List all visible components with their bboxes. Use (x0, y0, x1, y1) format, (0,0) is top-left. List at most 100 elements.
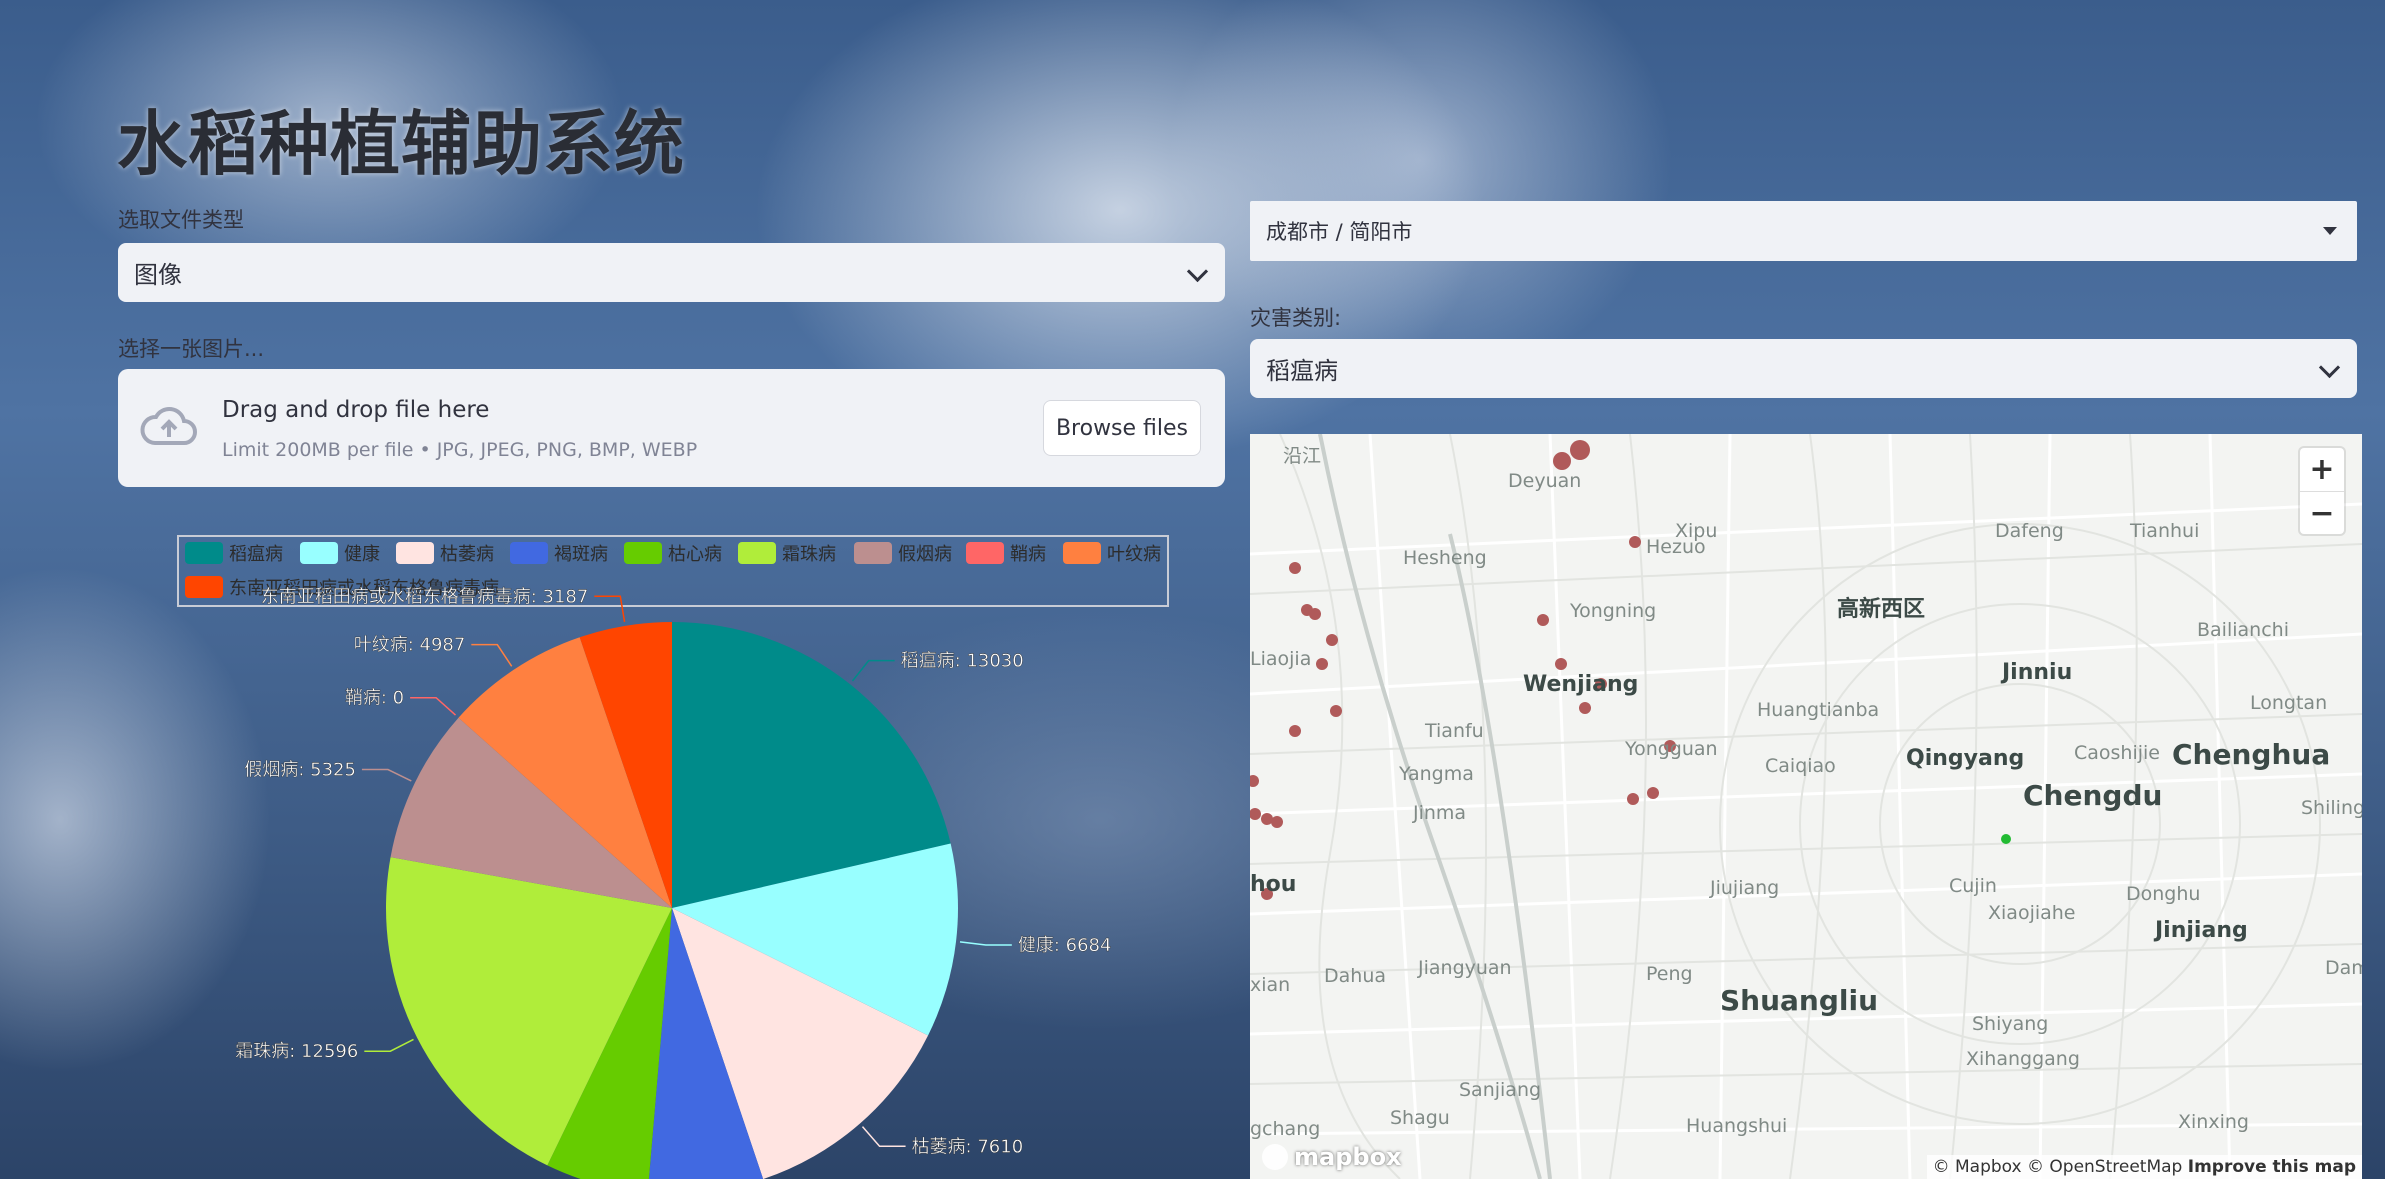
drag-drop-text: Drag and drop file here (222, 397, 490, 423)
map-place-label: Tianfu (1424, 720, 1484, 742)
map-place-label: Deyuan (1508, 470, 1581, 492)
mapbox-logo[interactable]: mapbox (1262, 1143, 1402, 1171)
disease-point[interactable] (1316, 658, 1328, 670)
legend-swatch[interactable] (966, 542, 1004, 564)
map-place-label: 沿江 (1283, 445, 1321, 467)
disease-point[interactable] (1553, 452, 1571, 470)
legend-label[interactable]: 枯心病 (668, 544, 722, 565)
improve-map-link[interactable]: Improve this map (2188, 1157, 2356, 1177)
map-place-label: Shiling (2301, 797, 2362, 819)
disease-point[interactable] (1647, 787, 1659, 799)
legend-label[interactable]: 枯萎病 (440, 544, 494, 565)
map-place-label: Hesheng (1403, 547, 1487, 569)
map-view[interactable]: 沿江 Deyuan Hesheng Hezuo Xipu Dafeng Tianhui 高新西… (1250, 434, 2362, 1179)
legend-swatch[interactable] (185, 542, 223, 564)
chevron-down-icon (1186, 260, 1209, 282)
legend-swatch[interactable] (854, 542, 892, 564)
map-place-label: Caoshijie (2074, 742, 2160, 764)
label-line (361, 768, 412, 782)
disease-point[interactable] (1555, 658, 1567, 670)
disease-point[interactable] (1570, 440, 1590, 460)
map-place-label: Shiyang (1972, 1013, 2048, 1035)
legend-swatch[interactable] (510, 542, 548, 564)
map-attribution: © Mapbox © OpenStreetMap Improve this ma… (1926, 1155, 2362, 1179)
file-type-label: 选取文件类型 (118, 208, 244, 232)
file-type-select[interactable]: 图像 (118, 243, 1225, 302)
disease-point[interactable] (1250, 808, 1261, 820)
legend-label[interactable]: 假烟病 (898, 544, 952, 565)
map-place-label: hou (1250, 872, 1296, 897)
legend-label[interactable]: 鞘病 (1010, 544, 1046, 565)
map-place-label: Huangtianba (1757, 699, 1879, 721)
slice-label: 东南亚稻田病或水稻东格鲁病毒病: 3187 (261, 586, 589, 607)
disease-point[interactable] (1289, 562, 1301, 574)
legend-swatch[interactable] (1063, 542, 1101, 564)
map-place-label: Jinniu (2000, 660, 2072, 685)
label-line (959, 941, 1012, 946)
zoom-in-button[interactable]: + (2300, 448, 2344, 492)
map-place-label: Bailianchi (2197, 619, 2289, 641)
legend-swatch[interactable] (185, 576, 223, 598)
map-place-label: 高新西区 (1837, 596, 1925, 622)
slice-label: 假烟病: 5325 (244, 760, 356, 781)
label-line (861, 1126, 906, 1148)
disease-point[interactable] (1326, 634, 1338, 646)
legend-swatch[interactable] (624, 542, 662, 564)
map-place-label: Sanjiang (1459, 1079, 1541, 1101)
chevron-down-icon (2318, 356, 2341, 378)
map-place-label: Qingyang (1906, 746, 2024, 771)
label-line (471, 643, 513, 667)
disease-point[interactable] (1309, 608, 1321, 620)
legend-swatch[interactable] (396, 542, 434, 564)
legend-swatch[interactable] (300, 542, 338, 564)
disease-pie-chart: 稻瘟病 健康 枯萎病 褐斑病 枯心病 霜珠病 假烟病 鞘病 叶纹病东南亚稻田病或水稻东格鲁病毒病… (177, 535, 1169, 1179)
attribution-text[interactable]: © Mapbox © OpenStreetMap (1933, 1157, 2183, 1177)
disease-point[interactable] (1250, 775, 1259, 787)
legend-label[interactable]: 霜珠病 (782, 544, 836, 565)
map-place-label: Xinxing (2178, 1111, 2249, 1133)
legend-label[interactable]: 叶纹病 (1107, 544, 1161, 565)
file-uploader[interactable]: Drag and drop file here Limit 200MB per … (118, 369, 1225, 487)
disease-value: 稻瘟病 (1266, 357, 1338, 385)
slice-label: 鞘病: 0 (345, 688, 404, 709)
disease-label: 灾害类别: (1250, 306, 1342, 330)
current-location-point[interactable] (2001, 834, 2011, 844)
caret-down-icon (2323, 227, 2337, 235)
map-place-label: Donghu (2126, 883, 2200, 905)
disease-point[interactable] (1537, 614, 1549, 626)
legend-label[interactable]: 褐斑病 (554, 544, 608, 565)
zoom-control[interactable]: + − (2300, 448, 2344, 534)
legend-label[interactable]: 健康 (344, 544, 380, 565)
disease-point[interactable] (1330, 705, 1342, 717)
disease-point[interactable] (1629, 536, 1641, 548)
map-place-label: Yangma (1398, 763, 1474, 785)
label-line (410, 696, 457, 716)
uploader-label: 选择一张图片... (118, 337, 265, 361)
legend-label[interactable]: 稻瘟病 (229, 544, 283, 565)
map-place-label: Cujin (1949, 875, 1997, 897)
browse-files-button[interactable]: Browse files (1043, 400, 1201, 456)
map-place-label: Jiujiang (1709, 877, 1779, 899)
map-place-label: Longtan (2250, 692, 2327, 714)
map-canvas[interactable]: 沿江DeyuanHesheng HezuoXipu Dafeng Tianhui高新西… (1250, 434, 2362, 1179)
slice-label: 枯萎病: 7610 (912, 1136, 1024, 1157)
map-place-label: Yongning (1569, 600, 1656, 622)
slice-label: 叶纹病: 4987 (354, 635, 466, 656)
map-place-label: Xiaojiahe (1988, 902, 2076, 924)
disease-point[interactable] (1579, 702, 1591, 714)
map-place-label: Caiqiao (1765, 755, 1836, 777)
map-place-label: Chenghua (2172, 738, 2330, 771)
map-place-label: Chengdu (2023, 779, 2162, 812)
disease-point[interactable] (1271, 816, 1283, 828)
location-select[interactable]: 成都市 / 简阳市 (1250, 201, 2357, 261)
slice-label: 健康: 6684 (1018, 935, 1112, 956)
disease-point[interactable] (1289, 725, 1301, 737)
map-place-label: xian (1250, 974, 1290, 996)
label-line (594, 595, 626, 623)
legend-swatch[interactable] (738, 542, 776, 564)
map-place-label: Xihanggang (1966, 1048, 2080, 1070)
page-title: 水稻种植辅助系统 (117, 103, 685, 185)
disease-select[interactable]: 稻瘟病 (1250, 339, 2357, 398)
disease-point[interactable] (1627, 793, 1639, 805)
zoom-out-button[interactable]: − (2300, 492, 2344, 535)
